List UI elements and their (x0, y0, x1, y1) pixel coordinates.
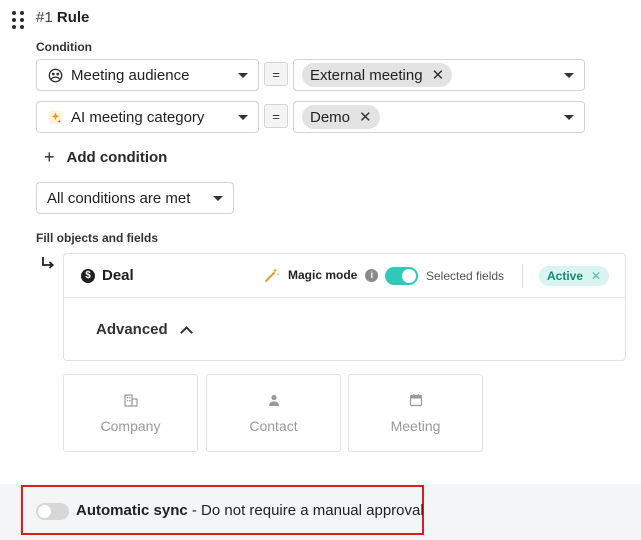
dollar-icon: $ (81, 268, 95, 283)
match-mode-select[interactable]: All conditions are met (36, 182, 234, 214)
divider (522, 264, 523, 288)
operator-equals[interactable]: = (264, 104, 288, 128)
value-chip: Demo ✕ (302, 105, 380, 129)
deal-title: $ Deal (81, 267, 134, 284)
rule-title: #1 Rule (36, 9, 89, 27)
chevron-down-icon (238, 72, 248, 78)
rule-name: Rule (56, 9, 90, 26)
remove-chip-icon[interactable]: ✕ (432, 66, 445, 84)
object-option-meeting[interactable]: Meeting (348, 374, 483, 452)
condition-field-label: Meeting audience (71, 66, 190, 84)
selected-fields-toggle[interactable] (385, 267, 418, 285)
condition-value-select-1[interactable]: External meeting ✕ (293, 59, 585, 91)
advanced-toggle[interactable]: Advanced (96, 321, 193, 339)
condition-field-label: AI meeting category (71, 108, 205, 126)
chevron-down-icon (564, 114, 574, 120)
subdirectory-arrow-icon (42, 257, 55, 269)
automatic-sync-label: Automatic sync - Do not require a manual… (76, 502, 424, 519)
object-option-label: Company (100, 417, 161, 434)
status-badge: Active ✕ (539, 266, 610, 286)
automatic-sync-title: Automatic sync (76, 502, 188, 519)
info-icon[interactable]: i (365, 268, 379, 282)
advanced-label: Advanced (96, 321, 168, 338)
condition-field-select-2[interactable]: AI meeting category (36, 101, 259, 133)
magic-mode: Magic mode i (264, 267, 379, 283)
selected-fields-label: Selected fields (426, 269, 505, 283)
plus-icon: + (44, 147, 55, 167)
rule-number: #1 (36, 9, 53, 26)
magic-mode-label: Magic mode (288, 268, 358, 282)
chevron-down-icon (213, 195, 223, 201)
value-chip: External meeting ✕ (302, 63, 453, 87)
condition-field-select-1[interactable]: Meeting audience (36, 59, 259, 91)
chevron-down-icon (238, 114, 248, 120)
condition-label: Condition (36, 40, 92, 54)
object-option-company[interactable]: Company (63, 374, 198, 452)
building-icon (123, 393, 138, 407)
deal-card: $ Deal Magic mode i Selected fields Acti… (63, 253, 626, 361)
object-option-label: Meeting (390, 417, 441, 434)
status-badge-label: Active (547, 269, 584, 283)
condition-value-select-2[interactable]: Demo ✕ (293, 101, 585, 133)
person-icon (267, 393, 281, 407)
value-chip-label: External meeting (310, 66, 423, 84)
add-condition-label: Add condition (66, 148, 168, 166)
object-option-label: Contact (249, 417, 298, 434)
magic-wand-icon (265, 268, 280, 282)
audience-icon (47, 67, 63, 83)
chevron-down-icon (564, 72, 574, 78)
automatic-sync-description: - Do not require a manual approval (191, 502, 424, 519)
automatic-sync-toggle[interactable] (36, 503, 69, 520)
close-icon[interactable]: ✕ (591, 269, 601, 283)
match-mode-label: All conditions are met (47, 189, 191, 207)
value-chip-label: Demo (310, 108, 351, 126)
ai-sparkle-icon (47, 109, 63, 125)
calendar-icon (409, 393, 423, 407)
deal-title-label: Deal (102, 267, 134, 284)
operator-equals[interactable]: = (264, 62, 288, 86)
drag-handle-icon[interactable] (12, 11, 26, 29)
fill-objects-label: Fill objects and fields (36, 231, 159, 245)
object-option-contact[interactable]: Contact (206, 374, 341, 452)
deal-card-header: $ Deal Magic mode i Selected fields Acti… (64, 254, 625, 298)
remove-chip-icon[interactable]: ✕ (359, 108, 372, 126)
chevron-up-icon (179, 325, 193, 339)
add-condition-button[interactable]: + Add condition (44, 148, 167, 166)
